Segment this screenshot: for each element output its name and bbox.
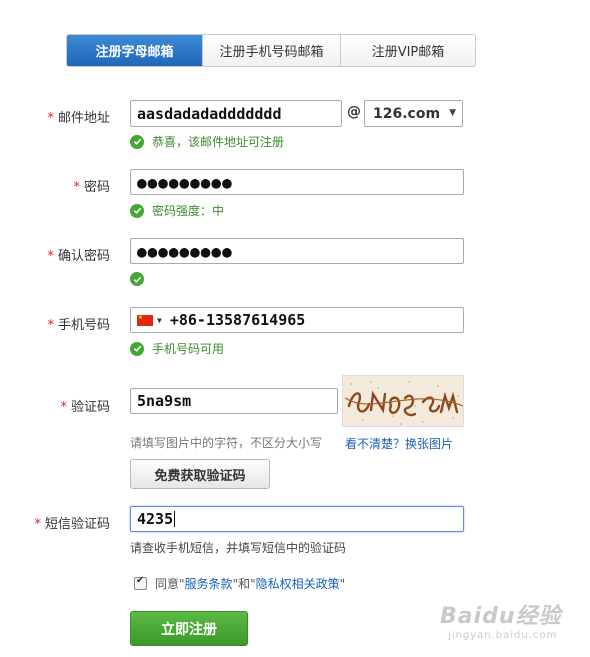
check-icon: [130, 134, 144, 149]
captcha-image[interactable]: [342, 375, 464, 427]
password-input[interactable]: ●●●●●●●●●: [130, 169, 464, 195]
password-label: * 密码: [73, 180, 110, 195]
register-button[interactable]: 立即注册: [130, 611, 248, 646]
check-icon: [130, 272, 144, 286]
email-input[interactable]: aasdadadaddddddd: [130, 100, 342, 127]
confirm-password-label: * 确认密码: [47, 249, 110, 264]
agreement-checkbox[interactable]: [134, 575, 147, 590]
terms-link[interactable]: 服务条款: [185, 575, 233, 592]
sms-code-hint: 请查收手机短信，并填写短信中的验证码: [130, 541, 347, 555]
phone-label: * 手机号码: [47, 318, 110, 333]
password-strength-hint: 密码强度：中: [130, 202, 224, 219]
phone-value: +86-13587614965: [169, 311, 306, 329]
sms-code-value: 4235: [137, 510, 174, 528]
email-hint: 恭喜，该邮件地址可注册: [130, 133, 284, 150]
check-icon: [130, 203, 144, 218]
china-flag-icon[interactable]: [137, 312, 153, 326]
confirm-password-hint: [130, 272, 152, 286]
get-sms-code-button[interactable]: 免费获取验证码: [130, 459, 270, 489]
register-type-tabs: 注册字母邮箱 注册手机号码邮箱 注册VIP邮箱: [66, 34, 476, 67]
sms-code-input[interactable]: 4235: [130, 506, 464, 532]
phone-input[interactable]: ▼ +86-13587614965: [130, 307, 464, 333]
captcha-refresh-link[interactable]: 看不清楚？换张图片: [345, 435, 453, 452]
country-dropdown-icon[interactable]: ▼: [157, 316, 162, 325]
confirm-password-input[interactable]: ●●●●●●●●●: [130, 238, 464, 264]
tab-letter-email[interactable]: 注册字母邮箱: [67, 35, 203, 66]
captcha-noise-image: [343, 376, 463, 426]
email-domain-value: 126.com: [373, 105, 441, 122]
captcha-label: * 验证码: [60, 400, 110, 415]
captcha-hint: 请填写图片中的字符，不区分大小写: [130, 436, 323, 450]
email-domain-select[interactable]: 126.com ▼: [364, 100, 463, 127]
privacy-link[interactable]: 隐私权相关政策: [256, 575, 340, 592]
baidu-watermark: Baidu经验 jingyan.baidu.com: [440, 598, 580, 650]
tab-vip-email[interactable]: 注册VIP邮箱: [341, 35, 475, 66]
email-label: * 邮件地址: [47, 111, 110, 126]
watermark-main: Baidu经验: [440, 604, 562, 629]
check-icon: [130, 341, 144, 356]
sms-code-label: * 短信验证码: [34, 517, 110, 532]
agreement-row: 同意"服务条款"和"隐私权相关政策": [134, 575, 345, 592]
at-sign: @: [347, 104, 361, 120]
tab-mobile-email[interactable]: 注册手机号码邮箱: [203, 35, 341, 66]
text-cursor: [174, 511, 176, 527]
captcha-input[interactable]: 5na9sm: [130, 388, 338, 414]
chevron-down-icon: ▼: [449, 108, 456, 118]
watermark-sub: jingyan.baidu.com: [448, 630, 558, 641]
required-mark: *: [47, 111, 54, 126]
phone-hint: 手机号码可用: [130, 340, 224, 357]
